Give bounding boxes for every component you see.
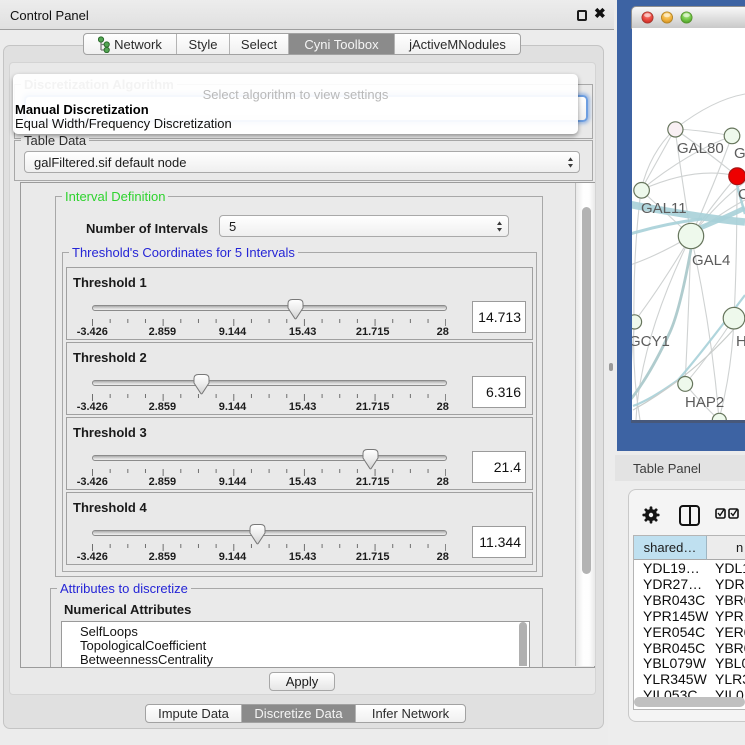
svg-text:GAL4: GAL4 — [692, 252, 730, 269]
svg-text:GAL11: GAL11 — [641, 200, 687, 217]
svg-text:GA: GA — [734, 145, 745, 162]
svg-text:C: C — [738, 186, 745, 203]
svg-text:H: H — [736, 333, 745, 350]
svg-text:GAL80: GAL80 — [677, 140, 724, 157]
svg-text:HAP2: HAP2 — [685, 394, 724, 411]
svg-text:GCY1: GCY1 — [632, 333, 670, 350]
